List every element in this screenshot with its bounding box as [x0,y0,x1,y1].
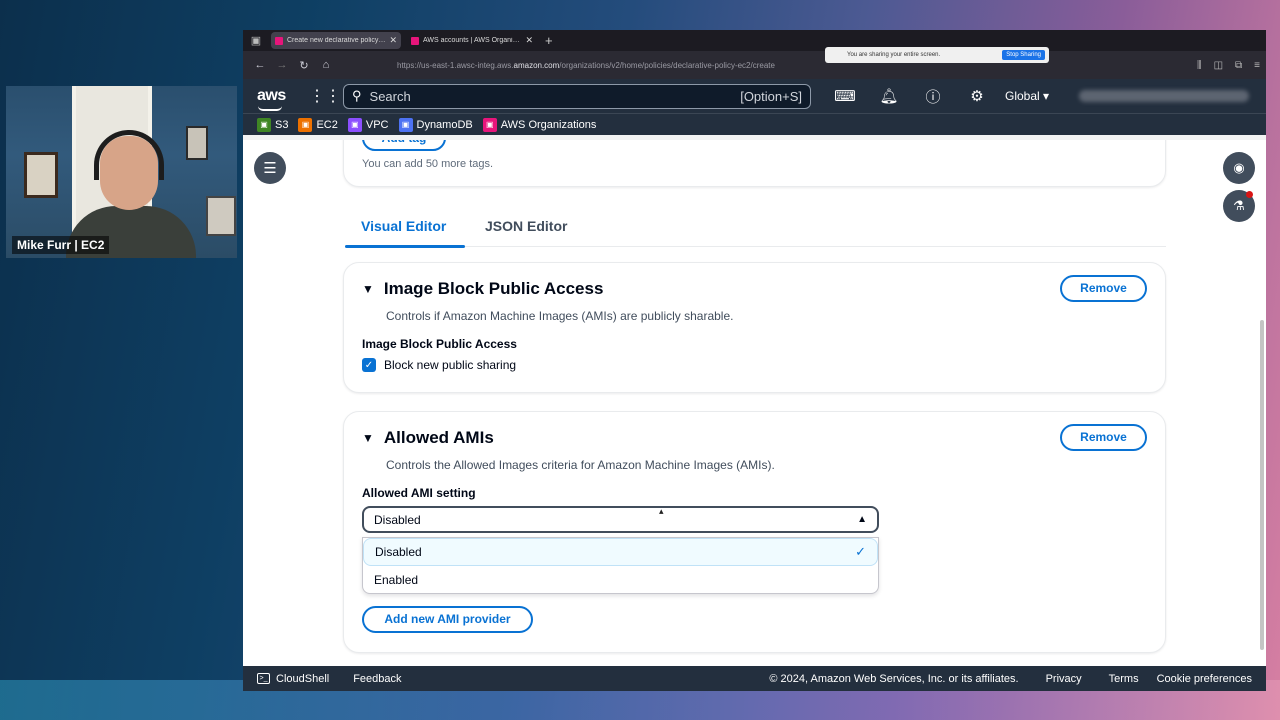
ec2-icon: ▣ [298,117,313,132]
main-content: ☰ ◉ ⚗ Add tag You can add 50 more tags. … [243,140,1266,666]
image-block-header[interactable]: ▼ Image Block Public Access [362,279,603,299]
screen-share-banner: You are sharing your entire screen. Stop… [825,47,1049,63]
labs-flask-icon[interactable]: ⚗ [1223,190,1255,222]
allowed-amis-header[interactable]: ▼ Allowed AMIs [362,428,494,448]
notifications-bell-icon[interactable]: 🔔︎ [867,87,911,105]
webcam-feed: Mike Furr | EC2 [6,86,237,258]
mouse-cursor-icon: ▴ [659,506,664,516]
services-grid-icon[interactable]: ⋮⋮⋮ [309,86,357,106]
terms-link[interactable]: Terms [1109,673,1139,685]
caret-up-icon: ▲ [857,514,867,525]
reload-icon[interactable]: ↻ [293,59,315,72]
image-block-card: ▼ Image Block Public Access Remove Contr… [343,262,1166,393]
close-tab-icon[interactable]: ✕ [389,35,397,46]
close-tab-icon[interactable]: ✕ [525,35,533,46]
address-bar[interactable]: https://us-east-1.awsc-integ.aws.amazon.… [397,61,775,70]
account-menu[interactable] [1079,90,1250,102]
search-input[interactable]: ⚲ Search [Option+S] [343,83,811,109]
remove-image-block-button[interactable]: Remove [1060,275,1147,302]
remove-allowed-amis-button[interactable]: Remove [1060,424,1147,451]
allowed-amis-card: ▼ Allowed AMIs Remove Controls the Allow… [343,411,1166,653]
check-icon: ✓ [855,544,866,559]
feedback-link[interactable]: Feedback [353,673,401,685]
page-scrollbar[interactable] [1260,320,1264,650]
dynamodb-icon: ▣ [398,117,413,132]
tags-hint: You can add 50 more tags. [362,158,494,170]
library-icon[interactable]: ⫼ [1197,60,1202,71]
search-icon: ⚲ [352,88,362,103]
allowed-ami-dropdown: Disabled ✓ Enabled [362,537,879,594]
settings-gear-icon[interactable]: ⚙ [955,87,999,105]
menu-icon[interactable]: ≡ [1254,60,1260,71]
search-shortcut: [Option+S] [740,88,802,104]
organizations-icon: ▣ [482,117,497,132]
home-icon[interactable]: ⌂ [315,59,337,71]
organizations-favicon-icon [411,36,419,45]
browser-tab-create-policy[interactable]: Create new declarative policy f... ✕ [271,32,401,49]
tab-json-editor[interactable]: JSON Editor [485,218,567,234]
picture-frame [24,152,58,198]
image-block-description: Controls if Amazon Machine Images (AMIs)… [386,309,734,323]
favorite-vpc[interactable]: ▣ VPC [347,117,389,132]
allowed-ami-setting-label: Allowed AMI setting [362,486,476,500]
cloudshell-link[interactable]: CloudShell [276,673,329,685]
editor-tabs: Visual Editor JSON Editor [345,215,1166,248]
tags-card: Add tag You can add 50 more tags. [343,140,1166,187]
share-notice: You are sharing your entire screen. [847,52,941,58]
active-tab-indicator [345,245,465,248]
notification-dot [1246,191,1253,198]
cloudshell-icon: >_ [257,673,270,684]
option-disabled[interactable]: Disabled ✓ [363,538,878,566]
favorites-bar: ▣ S3 ▣ EC2 ▣ VPC ▣ DynamoDB ▣ AWS Organizatio… [243,113,1266,135]
s3-icon: ▣ [257,117,271,132]
allowed-amis-description: Controls the Allowed Images criteria for… [386,458,775,472]
aws-footer: >_ CloudShell Feedback © 2024, Amazon We… [243,666,1266,691]
cloudshell-icon[interactable]: ⌨ [823,87,867,105]
forward-icon[interactable]: → [271,59,293,71]
favorite-dynamodb[interactable]: ▣ DynamoDB [398,117,473,132]
sidebar-icon[interactable]: ◫ [1214,60,1223,71]
speaker-name-tag: Mike Furr | EC2 [12,236,110,254]
checkmark-icon: ✓ [362,358,376,372]
aws-logo[interactable]: aws [257,87,287,111]
help-panel-icon[interactable]: ◉ [1223,152,1255,184]
search-placeholder: Search [369,88,411,104]
cookie-preferences-link[interactable]: Cookie preferences [1157,673,1252,685]
stop-sharing-button[interactable]: Stop Sharing [1002,50,1045,60]
back-icon[interactable]: ← [249,59,271,71]
add-tag-button[interactable]: Add tag [362,140,446,151]
copyright-text: © 2024, Amazon Web Services, Inc. or its… [769,672,1019,685]
picture-frame [186,126,208,160]
help-icon[interactable]: ⓘ [911,86,955,107]
tab-list-icon[interactable]: ▣ [247,34,265,47]
organizations-favicon-icon [275,36,283,45]
option-enabled[interactable]: Enabled [363,566,878,593]
picture-frame [206,196,236,236]
new-tab-icon[interactable]: + [545,33,553,48]
vpc-icon: ▣ [347,117,362,132]
favorite-s3[interactable]: ▣ S3 [257,117,288,132]
extension-icon[interactable]: ⧉ [1235,60,1242,71]
region-selector[interactable]: Global ▾ [1005,89,1049,103]
allowed-ami-setting-select[interactable]: Disabled ▲ [362,506,879,533]
caret-down-icon: ▼ [362,431,374,445]
block-public-sharing-checkbox[interactable]: ✓ Block new public sharing [362,358,516,372]
privacy-link[interactable]: Privacy [1046,673,1082,685]
browser-window: ▣ Create new declarative policy f... ✕ A… [243,30,1266,691]
aws-top-nav: aws ⋮⋮⋮ ⚲ Search [Option+S] ⌨ 🔔︎ ⓘ ⚙ Glo… [243,79,1266,113]
tab-visual-editor[interactable]: Visual Editor [361,218,446,234]
browser-extension-icons: ⫼ ◫ ⧉ ≡ [1197,60,1260,71]
caret-down-icon: ▼ [362,282,374,296]
nav-icon-group: ⌨ 🔔︎ ⓘ ⚙ [823,86,999,107]
image-block-field-label: Image Block Public Access [362,337,517,351]
browser-tabbar: ▣ Create new declarative policy f... ✕ A… [243,30,1266,51]
browser-toolbar: ← → ↻ ⌂ https://us-east-1.awsc-integ.aws… [243,51,1266,79]
browser-tab-aws-accounts[interactable]: AWS accounts | AWS Organizati... ✕ [407,32,537,49]
side-nav-toggle-icon[interactable]: ☰ [254,152,286,184]
favorite-aws-organizations[interactable]: ▣ AWS Organizations [482,117,596,132]
add-ami-provider-button[interactable]: Add new AMI provider [362,606,533,633]
favorite-ec2[interactable]: ▣ EC2 [298,117,338,132]
